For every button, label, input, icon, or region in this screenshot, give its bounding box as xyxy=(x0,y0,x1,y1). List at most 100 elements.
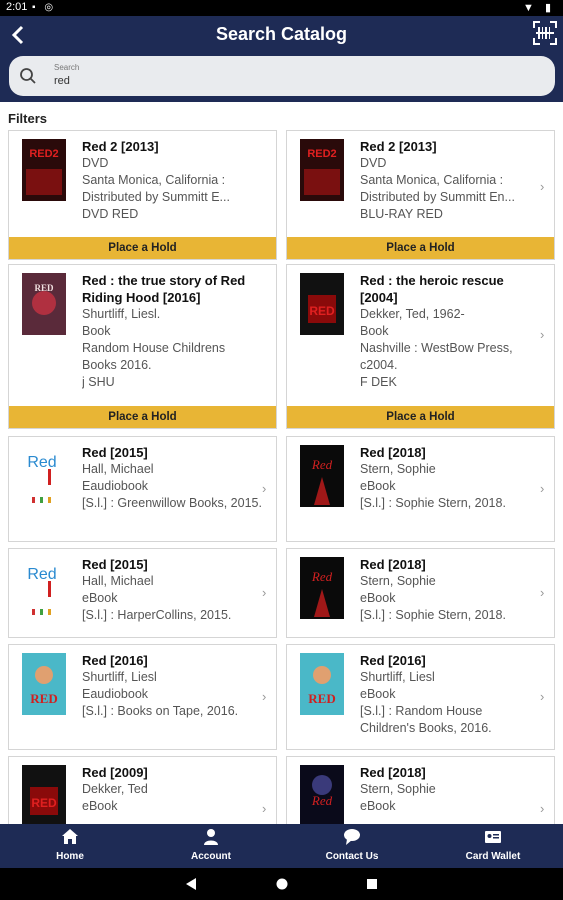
result-title: Red [2015] xyxy=(82,445,148,460)
scan-button[interactable] xyxy=(533,21,557,45)
result-card[interactable]: RED Red : the true story of Red Riding H… xyxy=(8,264,277,429)
chevron-right-icon: › xyxy=(540,481,545,496)
search-label: Search xyxy=(54,63,80,72)
svg-text:RED: RED xyxy=(30,691,57,706)
result-author: Shurtliff, Liesl xyxy=(82,670,157,684)
notification-icons: ▪ ◎ xyxy=(32,2,57,13)
cover-image: RED xyxy=(22,765,66,824)
result-card[interactable]: RED2 Red 2 [2013] DVD Santa Monica, Cali… xyxy=(8,130,277,260)
card-icon xyxy=(485,831,501,843)
svg-text:Red: Red xyxy=(27,566,56,583)
nav-card-wallet[interactable]: Card Wallet xyxy=(423,824,563,868)
svg-text:RED2: RED2 xyxy=(29,148,58,160)
nav-home-label: Home xyxy=(56,851,84,862)
chevron-right-icon: › xyxy=(262,585,267,600)
svg-text:Red: Red xyxy=(311,569,333,584)
svg-text:Red: Red xyxy=(311,457,333,472)
place-hold-button[interactable]: Place a Hold xyxy=(287,237,554,259)
result-card[interactable]: RED Red [2009] Dekker, Ted eBook › xyxy=(8,756,277,824)
result-callnumber: DVD RED xyxy=(82,207,139,221)
search-box[interactable]: Search xyxy=(9,56,555,96)
result-format: eBook xyxy=(360,687,396,701)
result-title: Red [2009] xyxy=(82,765,148,780)
page-title: Search Catalog xyxy=(215,24,348,44)
result-card[interactable]: RED Red [2016] Shurtliff, Liesl eBook [S… xyxy=(286,644,555,750)
status-time: 2:01 xyxy=(6,1,28,13)
result-author: Dekker, Ted xyxy=(82,782,148,796)
nav-contact-label: Contact Us xyxy=(325,851,379,862)
result-callnumber: BLU-RAY RED xyxy=(360,207,443,221)
result-card[interactable]: RED2 Red 2 [2013] DVD Santa Monica, Cali… xyxy=(286,130,555,260)
result-publisher: Random House Childrens Books 2016. xyxy=(82,341,226,372)
cover-image: RED xyxy=(300,653,344,715)
place-hold-button[interactable]: Place a Hold xyxy=(287,406,554,428)
result-title: Red : the heroic rescue [2004] xyxy=(360,273,504,305)
svg-text:RED: RED xyxy=(31,796,57,810)
result-card[interactable]: RED Red [2016] Shurtliff, Liesl Eaudiobo… xyxy=(8,644,277,750)
cover-image: RED2 xyxy=(300,139,344,201)
result-author: Stern, Sophie xyxy=(360,574,436,588)
chevron-right-icon: › xyxy=(540,327,545,342)
cover-image: Red xyxy=(300,765,344,824)
result-format: Book xyxy=(82,324,111,338)
account-icon xyxy=(204,829,218,845)
result-card[interactable]: Red Red [2015] Hall, Michael Eaudiobook … xyxy=(8,436,277,542)
svg-text:RED: RED xyxy=(34,283,54,293)
svg-text:Red: Red xyxy=(27,454,56,471)
result-format: DVD xyxy=(82,156,109,170)
result-publisher: [S.l.] : Sophie Stern, 2018. xyxy=(360,496,506,510)
result-card[interactable]: Red Red [2018] Stern, Sophie eBook [S.l.… xyxy=(286,436,555,542)
result-title: Red : the true story of Red Riding Hood … xyxy=(82,273,246,305)
chevron-right-icon: › xyxy=(540,689,545,704)
chevron-right-icon: › xyxy=(262,801,267,816)
search-icon xyxy=(20,68,36,84)
chevron-right-icon: › xyxy=(540,801,545,816)
place-hold-button[interactable]: Place a Hold xyxy=(9,406,276,428)
nav-home[interactable]: Home xyxy=(0,824,140,868)
result-format: eBook xyxy=(82,799,118,813)
result-card[interactable]: RED Red : the heroic rescue [2004] Dekke… xyxy=(286,264,555,429)
cover-image: Red xyxy=(300,445,344,507)
chevron-right-icon: › xyxy=(262,689,267,704)
system-recents-icon[interactable] xyxy=(365,877,379,891)
cover-image: Red xyxy=(22,557,66,619)
search-input[interactable] xyxy=(54,75,534,87)
result-format: eBook xyxy=(82,591,118,605)
filters-button[interactable]: Filters xyxy=(8,111,47,126)
result-card[interactable]: Red Red [2018] Stern, Sophie eBook [S.l.… xyxy=(286,548,555,638)
result-author: Shurtliff, Liesl xyxy=(360,670,435,684)
cover-image: Red xyxy=(22,445,66,507)
result-format: Eaudiobook xyxy=(82,479,149,493)
nav-account[interactable]: Account xyxy=(141,824,281,868)
status-bar: 2:01 ▪ ◎ ▼ ▮ xyxy=(0,0,563,16)
chevron-right-icon: › xyxy=(262,481,267,496)
barcode-scan-icon xyxy=(533,21,557,45)
result-publisher: Nashville : WestBow Press, c2004. xyxy=(360,341,513,372)
system-back-icon[interactable] xyxy=(184,877,198,891)
result-format: DVD xyxy=(360,156,387,170)
result-title: Red [2018] xyxy=(360,445,426,460)
cover-image: RED xyxy=(22,653,66,715)
result-card[interactable]: Red Red [2015] Hall, Michael eBook [S.l.… xyxy=(8,548,277,638)
result-card[interactable]: Red Red [2018] Stern, Sophie eBook › xyxy=(286,756,555,824)
result-format: eBook xyxy=(360,591,396,605)
result-publisher: [S.l.] : Books on Tape, 2016. xyxy=(82,704,239,718)
place-hold-button[interactable]: Place a Hold xyxy=(9,237,276,259)
system-home-icon[interactable] xyxy=(275,877,289,891)
result-author: Stern, Sophie xyxy=(360,782,436,796)
nav-contact-us[interactable]: Contact Us xyxy=(282,824,422,868)
svg-text:RED: RED xyxy=(308,691,335,706)
result-title: Red [2016] xyxy=(360,653,426,668)
result-format: Eaudiobook xyxy=(82,687,149,701)
home-icon xyxy=(62,829,78,844)
result-title: Red 2 [2013] xyxy=(82,139,159,154)
result-format: eBook xyxy=(360,479,396,493)
results-list[interactable]: RED2 Red 2 [2013] DVD Santa Monica, Cali… xyxy=(0,128,563,824)
result-publisher: [S.l.] : HarperCollins, 2015. xyxy=(82,608,232,622)
result-publisher: Santa Monica, California : Distributed b… xyxy=(360,173,515,204)
bottom-nav: Home Account Contact Us Card Wallet xyxy=(0,824,563,868)
result-publisher: [S.l.] : Greenwillow Books, 2015. xyxy=(82,496,262,510)
result-author: Dekker, Ted, 1962- xyxy=(360,307,465,321)
result-title: Red [2016] xyxy=(82,653,148,668)
system-nav-bar xyxy=(0,868,563,900)
